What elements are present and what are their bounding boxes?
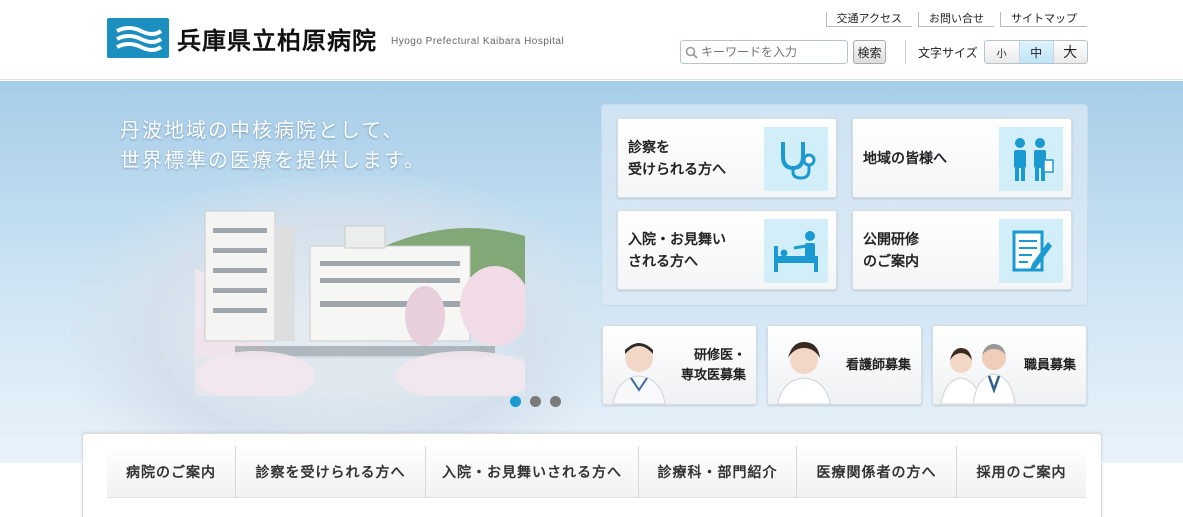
hero-banner: 丹波地域の中核病院として、 世界標準の医療を提供します。 診察を 受けられる方へ… [0,81,1183,463]
font-size-large-button[interactable]: 大 [1052,41,1087,63]
search-button[interactable]: 検索 [853,40,886,64]
nav-item-about[interactable]: 病院のご案内 [107,446,235,498]
slide-dot-2[interactable] [530,396,541,407]
card-training-label: 公開研修 のご案内 [863,232,919,270]
card-inpatient-label: 入院・お見舞い される方へ [628,232,726,270]
slide-dot-3[interactable] [550,396,561,407]
logo-mark-icon [107,18,169,58]
site-search: 検索 [680,40,886,64]
util-link-sitemap[interactable]: サイトマップ [1000,12,1087,27]
card-community-label: 地域の皆様へ [863,151,947,167]
recruit-staff-label: 職員募集 [1023,358,1076,373]
recruit-nurse-card[interactable]: 看護師募集 [767,325,922,405]
search-icon [685,46,698,59]
global-nav-container: 病院のご案内 診察を受けられる方へ 入院・お見舞いされる方へ 診療科・部門紹介 … [82,433,1102,517]
audience-panel: 診察を 受けられる方へ 地域の皆様へ 入院・お見舞い される方へ 公開研修 のご… [601,104,1088,306]
card-outpatient[interactable]: 診察を 受けられる方へ [617,118,837,198]
doctor-consult-icon [999,127,1063,191]
nurse-image [777,342,831,404]
recruit-staff-card[interactable]: 職員募集 [932,325,1087,405]
utility-links: 交通アクセス お問い合せ サイトマップ [825,12,1087,27]
slideshow-indicators [510,396,561,407]
card-training[interactable]: 公開研修 のご案内 [852,210,1072,290]
recruit-nurse-label: 看護師募集 [845,358,911,373]
slide-dot-1[interactable] [510,396,521,407]
font-size-label: 文字サイズ [918,45,978,60]
staff-image [940,344,1016,404]
card-community[interactable]: 地域の皆様へ [852,118,1072,198]
recruit-resident-label: 研修医・ 専攻医募集 [680,348,746,383]
nav-item-departments[interactable]: 診療科・部門紹介 [638,446,796,498]
search-input[interactable] [701,45,841,59]
global-nav: 病院のご案内 診察を受けられる方へ 入院・お見舞いされる方へ 診療科・部門紹介 … [107,446,1086,498]
stethoscope-icon [764,127,828,191]
site-logo[interactable]: 兵庫県立柏原病院 Hyogo Prefectural Kaibara Hospi… [107,18,564,58]
site-header: 兵庫県立柏原病院 Hyogo Prefectural Kaibara Hospi… [0,0,1183,80]
hospital-building-image [195,210,525,396]
nav-item-medical-professionals[interactable]: 医療関係者の方へ [796,446,956,498]
card-inpatient[interactable]: 入院・お見舞い される方へ [617,210,837,290]
card-outpatient-label: 診察を 受けられる方へ [628,140,726,178]
nav-item-inpatient[interactable]: 入院・お見舞いされる方へ [425,446,638,498]
nav-item-recruitment[interactable]: 採用のご案内 [956,446,1086,498]
recruit-resident-card[interactable]: 研修医・ 専攻医募集 [602,325,757,405]
font-size-small-button[interactable]: 小 [984,41,1019,63]
document-pen-icon [999,219,1063,283]
util-link-access[interactable]: 交通アクセス [825,12,912,27]
resident-doctor-image [612,343,666,404]
nav-item-outpatient[interactable]: 診察を受けられる方へ [235,446,425,498]
font-size-options: 小 中 大 [983,40,1088,64]
hospital-bed-icon [764,219,828,283]
site-subtitle: Hyogo Prefectural Kaibara Hospital [391,35,565,47]
hero-tagline-line1: 丹波地域の中核病院として、 [120,118,405,142]
hero-tagline: 丹波地域の中核病院として、 世界標準の医療を提供します。 [120,115,426,175]
search-box [680,40,848,64]
hero-tagline-line2: 世界標準の医療を提供します。 [120,148,426,172]
util-link-contact[interactable]: お問い合せ [918,12,994,27]
font-size-switcher: 文字サイズ 小 中 大 [905,40,1088,64]
font-size-medium-button[interactable]: 中 [1018,41,1053,63]
site-title: 兵庫県立柏原病院 [177,25,377,55]
